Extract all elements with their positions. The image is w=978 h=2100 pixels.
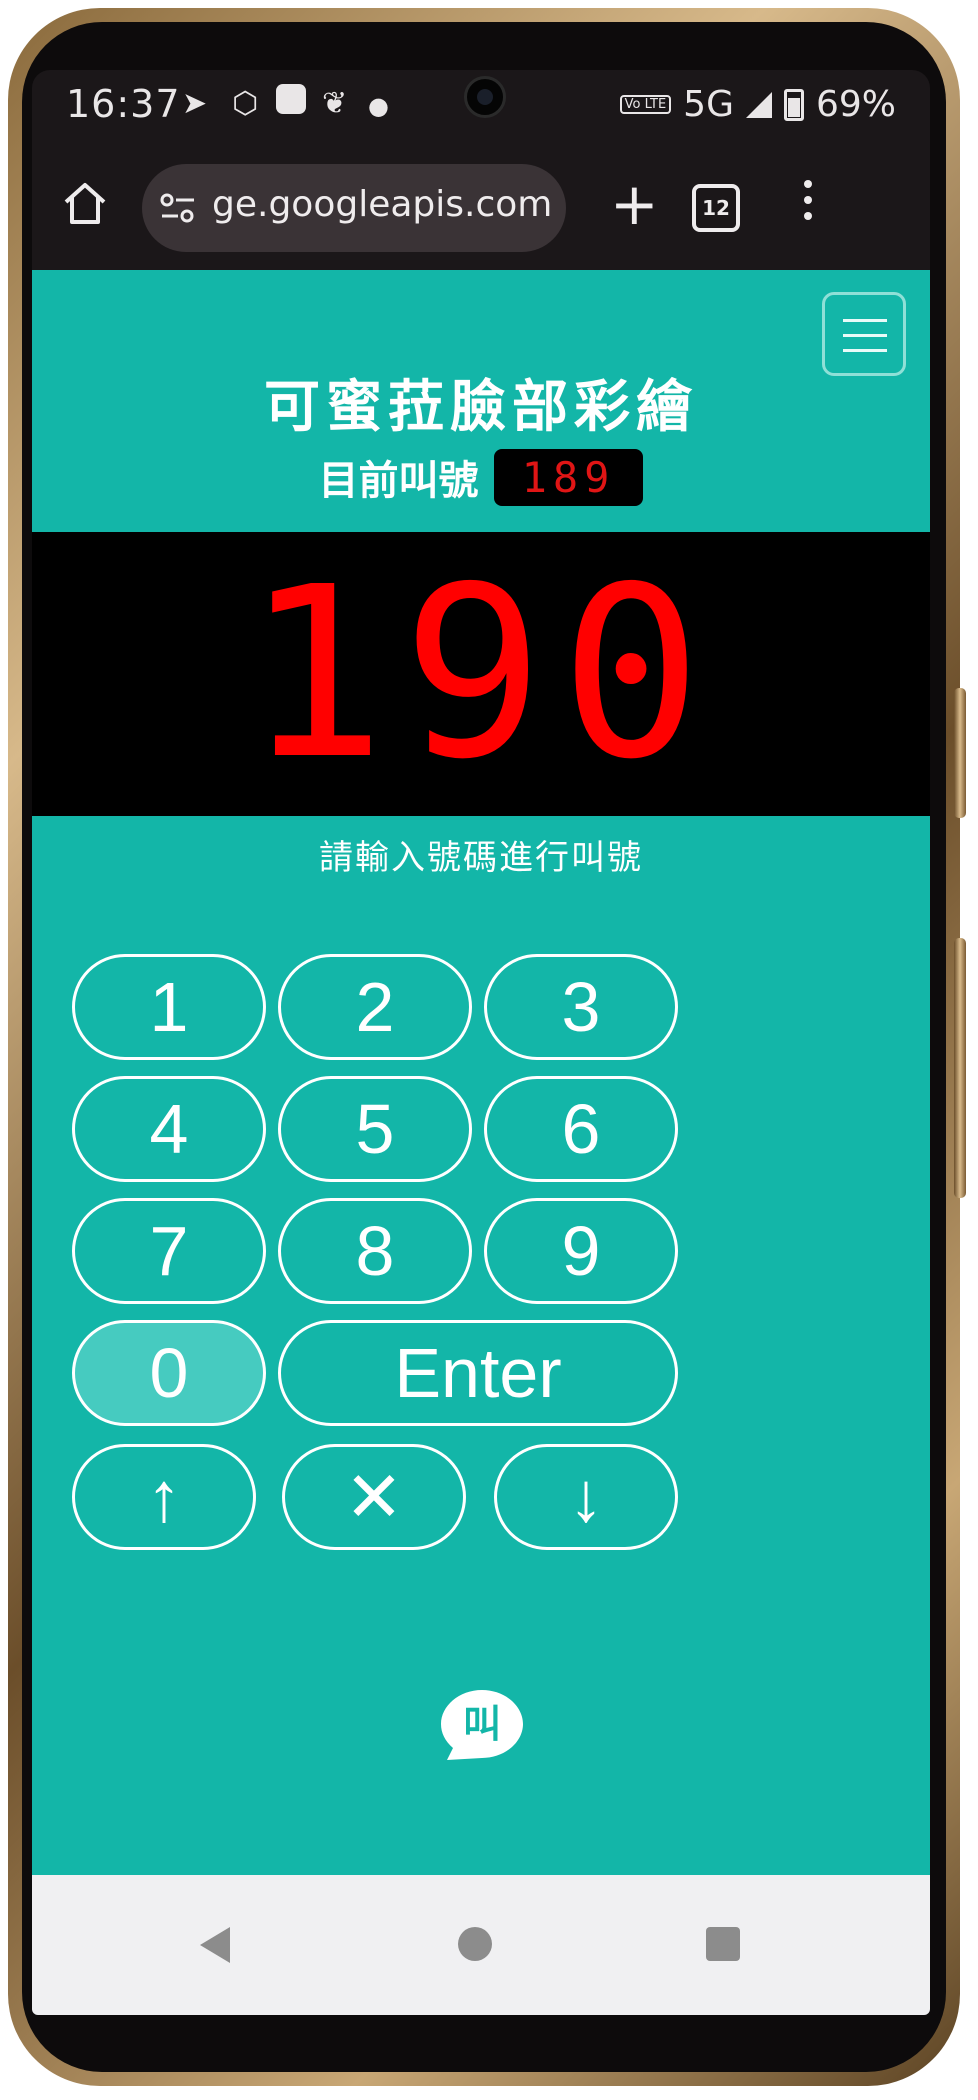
front-camera: [464, 76, 506, 118]
next-number-button[interactable]: ↓: [494, 1444, 678, 1550]
key-8[interactable]: 8: [278, 1198, 472, 1304]
previous-number-button[interactable]: ↑: [72, 1444, 256, 1550]
signal-icon: [745, 91, 772, 118]
power-button: [954, 938, 966, 1198]
site-settings-icon[interactable]: [158, 192, 198, 224]
status-bar: 16:37 ➤ ⬡ ❦ ● Vo LTE 5G 69%: [32, 70, 930, 140]
tab-switcher-button[interactable]: 12: [692, 184, 740, 232]
current-number-row: 目前叫號 189: [32, 448, 930, 506]
key-9[interactable]: 9: [484, 1198, 678, 1304]
url-text: ge.googleapis.com: [212, 184, 553, 225]
close-icon: ✕: [344, 1458, 404, 1536]
browser-toolbar: ge.googleapis.com + 12: [32, 140, 930, 270]
battery-icon: [783, 88, 804, 121]
system-nav-bar: [32, 1875, 930, 2015]
home-circle-icon[interactable]: [458, 1927, 492, 1961]
back-icon[interactable]: [200, 1927, 230, 1963]
enter-button[interactable]: Enter: [278, 1320, 678, 1426]
telegram-icon: ➤: [182, 86, 208, 121]
up-arrow-icon: ↑: [146, 1458, 182, 1536]
battery-level: 69%: [815, 84, 896, 125]
key-1[interactable]: 1: [72, 954, 266, 1060]
status-time: 16:37: [66, 82, 181, 126]
address-bar[interactable]: ge.googleapis.com: [142, 164, 566, 252]
screen: 16:37 ➤ ⬡ ❦ ● Vo LTE 5G 69% ge.googleapi…: [32, 70, 930, 2015]
key-5[interactable]: 5: [278, 1076, 472, 1182]
key-6[interactable]: 6: [484, 1076, 678, 1182]
key-0[interactable]: 0: [72, 1320, 266, 1426]
current-number: 189: [493, 448, 644, 506]
network-label: 5G: [683, 84, 734, 125]
app-content: 可蜜菈臉部彩繪 目前叫號 189 190 請輸入號碼進行叫號 1 2 3 4 5…: [32, 270, 930, 1875]
app-icon: [276, 84, 306, 114]
down-arrow-icon: ↓: [568, 1458, 604, 1536]
app-title: 可蜜菈臉部彩繪: [264, 375, 698, 440]
volume-button: [954, 688, 966, 818]
volte-icon: Vo LTE: [619, 95, 672, 114]
home-icon[interactable]: [60, 178, 110, 228]
number-display: 190: [32, 532, 930, 816]
key-3[interactable]: 3: [484, 954, 678, 1060]
more-menu-icon[interactable]: [804, 180, 812, 228]
key-7[interactable]: 7: [72, 1198, 266, 1304]
key-4[interactable]: 4: [72, 1076, 266, 1182]
key-2[interactable]: 2: [278, 954, 472, 1060]
input-hint: 請輸入號碼進行叫號: [319, 838, 643, 878]
display-number: 190: [243, 536, 719, 811]
hexagon-icon: ⬡: [232, 86, 259, 121]
leaf-icon: ❦: [322, 86, 348, 121]
logo-text: 叫: [463, 1702, 501, 1746]
dot-icon: ●: [368, 92, 389, 120]
new-tab-icon[interactable]: +: [610, 164, 659, 244]
app-logo: 叫: [441, 1690, 523, 1760]
current-number-label: 目前叫號: [318, 458, 479, 504]
recent-apps-icon[interactable]: [706, 1927, 740, 1961]
clear-button[interactable]: ✕: [282, 1444, 466, 1550]
